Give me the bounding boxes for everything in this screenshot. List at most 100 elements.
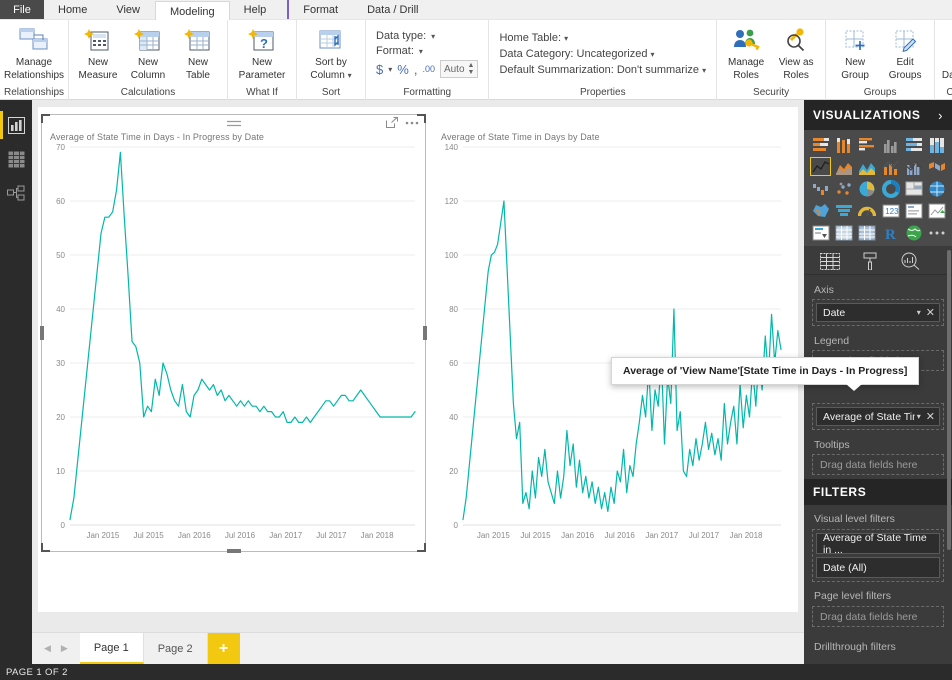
new-group-button[interactable]: New Group [830,23,880,81]
chevron-down-icon[interactable]: ▾ [917,308,921,317]
chevron-down-icon[interactable]: ▾ [651,50,655,59]
tab-view[interactable]: View [102,0,155,19]
field-chip-average-state-time[interactable]: Average of State Time in ... ▾ ✕ [816,407,940,426]
filter-chip-date-all[interactable]: Date (All) [816,557,940,578]
more-options-icon[interactable] [405,121,419,125]
decimal-auto-spinner[interactable]: Auto ▲ ▼ [439,60,479,78]
chart-plot-right[interactable]: 0 20 40 60 80 100 120 140 Jan 2015 Jul 2015 Jan 20… [433,141,793,549]
visual-line-chart-in-progress[interactable]: Average of State Time in Days - In Progr… [40,114,427,553]
format-tab[interactable] [862,252,879,270]
visual-type-clustered-column-chart[interactable] [880,135,901,154]
new-column-button[interactable]: New Column [123,23,173,81]
thousands-separator-button[interactable]: , [414,62,418,77]
remove-field-icon[interactable]: ✕ [926,410,935,423]
rail-item-model-view[interactable] [0,176,32,210]
chart-plot-left[interactable]: 0 10 20 30 40 50 60 70 Jan 2015 Jul 2015 Jan 2016 J… [42,141,425,549]
tab-help[interactable]: Help [230,0,282,19]
chevron-down-icon[interactable]: ▾ [388,65,392,74]
visual-type-multi-row-card[interactable] [903,201,924,220]
chevron-right-icon[interactable]: › [938,108,943,123]
tab-modeling[interactable]: Modeling [155,1,230,21]
tab-data-drill[interactable]: Data / Drill [353,0,433,19]
rail-item-data-view[interactable] [0,142,32,176]
tab-file[interactable]: File [0,0,44,19]
page-nav-arrows[interactable]: ◀ ▶ [32,633,80,664]
well-values[interactable]: Average of State Time in ... ▾ ✕ [812,403,944,430]
chevron-down-icon[interactable]: ▾ [431,32,435,41]
mark-as-date-table-button[interactable]: Mark as Date Table ▾ [939,23,952,81]
pane-scrollbar[interactable] [947,250,951,550]
default-summarization-dropdown[interactable]: Default Summarization: Don't summarize ▾ [499,64,706,76]
visual-type-filled-map[interactable] [810,201,831,220]
visual-type-line-and-clustered-column-chart[interactable] [903,157,924,176]
decimal-places-button[interactable]: .00 [422,64,435,74]
visual-type-scatter-chart[interactable] [833,179,854,198]
visual-type-treemap[interactable] [903,179,924,198]
visual-type-arcgis-maps[interactable] [903,223,924,242]
analytics-tab[interactable] [901,252,920,270]
home-table-dropdown[interactable]: Home Table: ▾ [499,32,706,44]
visual-type-stacked-column-chart[interactable] [833,135,854,154]
resize-handle-bottom[interactable] [226,549,241,553]
visual-type-ribbon-chart[interactable] [927,157,948,176]
drag-handle-icon[interactable] [226,120,241,127]
visual-type-100-stacked-bar-chart[interactable] [903,135,924,154]
manage-relationships-button[interactable]: Manage Relationships [4,23,64,81]
visual-type-line-chart[interactable] [810,157,831,176]
field-chip-date[interactable]: Date ▾ ✕ [816,303,940,322]
visual-type-area-chart[interactable] [833,157,854,176]
well-tooltips[interactable]: Drag data fields here [812,454,944,475]
spinner-arrows-icon[interactable]: ▲ ▼ [468,62,475,76]
new-parameter-button[interactable]: ? New Parameter [232,23,292,81]
visual-type-clustered-bar-chart[interactable] [857,135,878,154]
format-dropdown[interactable]: Format: ▾ [376,45,478,57]
visual-type-100-stacked-column-chart[interactable] [927,135,948,154]
tab-home[interactable]: Home [44,0,102,19]
visual-type-table[interactable] [833,223,854,242]
previous-page-icon[interactable]: ◀ [44,643,51,654]
visual-type-matrix[interactable] [857,223,878,242]
visual-type-line-and-stacked-column-chart[interactable] [880,157,901,176]
visual-type-map[interactable] [927,179,948,198]
currency-format-button[interactable]: $ [376,62,383,77]
visual-type-card[interactable]: 123 [880,201,901,220]
visual-line-chart-total[interactable]: Average of State Time in Days by Date 02… [433,115,793,551]
focus-mode-icon[interactable] [386,117,398,128]
edit-groups-button[interactable]: Edit Groups [880,23,930,81]
percent-format-button[interactable]: % [397,62,409,77]
add-page-button[interactable]: + [207,633,240,664]
visual-type-stacked-bar-chart[interactable] [810,135,831,154]
next-page-icon[interactable]: ▶ [61,643,68,654]
visual-type-funnel[interactable] [833,201,854,220]
page-tab-page-2[interactable]: Page 2 [144,633,208,664]
data-category-dropdown[interactable]: Data Category: Uncategorized ▾ [499,48,706,60]
visual-type-gauge[interactable] [857,201,878,220]
rail-item-report-view[interactable] [0,108,32,142]
chevron-down-icon[interactable]: ▾ [564,34,568,43]
fields-tab[interactable] [820,252,840,270]
visualization-type-gallery[interactable]: 123 R [804,130,952,246]
visual-type-stacked-area-chart[interactable] [857,157,878,176]
chevron-down-icon[interactable]: ▾ [917,412,921,421]
data-type-dropdown[interactable]: Data type: ▾ [376,30,478,42]
visual-type-waterfall-chart[interactable] [810,179,831,198]
page-level-filters-dropzone[interactable]: Drag data fields here [812,606,944,627]
well-axis[interactable]: Date ▾ ✕ [812,299,944,326]
visual-type-r-visual[interactable]: R [880,223,901,242]
filter-chip-average-state-time[interactable]: Average of State Time in ... [816,532,940,556]
visual-type-donut-chart[interactable] [880,179,901,198]
visual-type-kpi[interactable] [927,201,948,220]
chevron-down-icon[interactable]: ▾ [419,47,423,56]
new-measure-button[interactable]: New Measure [73,23,123,81]
visual-type-slicer[interactable] [810,223,831,242]
tab-format[interactable]: Format [289,0,353,19]
manage-roles-button[interactable]: Manage Roles [721,23,771,81]
visual-level-filters-group[interactable]: Average of State Time in ... Date (All) [812,529,944,582]
remove-field-icon[interactable]: ✕ [926,306,935,319]
chevron-down-icon[interactable]: ▾ [348,71,352,80]
visual-type-more-visuals[interactable] [927,223,948,242]
new-table-button[interactable]: New Table [173,23,223,81]
sort-by-column-button[interactable]: Sort by Column ▾ [301,23,361,81]
page-tab-page-1[interactable]: Page 1 [79,633,144,664]
chevron-down-icon[interactable]: ▾ [702,66,706,75]
